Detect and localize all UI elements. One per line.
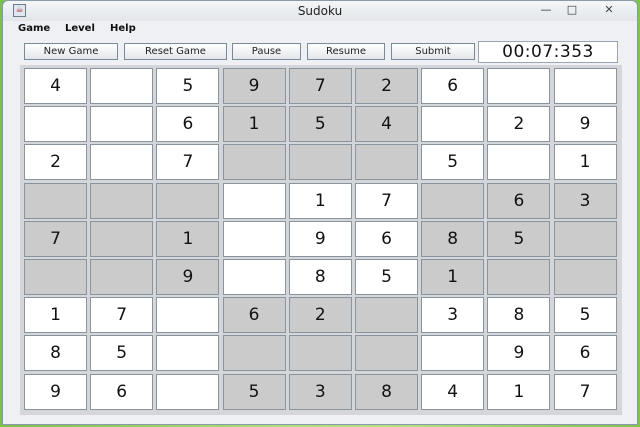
sudoku-cell[interactable] <box>288 335 352 372</box>
sudoku-cell[interactable]: 1 <box>421 259 485 295</box>
sudoku-cell[interactable] <box>24 106 87 143</box>
sudoku-cell[interactable] <box>222 144 286 181</box>
sudoku-cell[interactable] <box>355 144 418 181</box>
sudoku-cell[interactable]: 8 <box>355 373 418 410</box>
sudoku-board: 4597266154292751176371968598511762385859… <box>20 65 622 415</box>
sudoku-cell[interactable] <box>553 68 617 104</box>
sudoku-cell[interactable]: 1 <box>156 220 220 257</box>
sudoku-window: ☕ Sudoku — □ ✕ Game Level Help New Game … <box>2 0 638 425</box>
sudoku-cell[interactable]: 7 <box>553 373 617 410</box>
timer-display: 00:07:353 <box>478 41 618 63</box>
sudoku-cell[interactable]: 7 <box>355 182 418 219</box>
sudoku-cell[interactable]: 8 <box>288 259 352 295</box>
title-bar[interactable]: ☕ Sudoku — □ ✕ <box>3 1 637 21</box>
sudoku-cell[interactable] <box>90 182 154 219</box>
toolbar: New Game Reset Game Pause Resume Submit … <box>3 39 637 63</box>
sudoku-cell[interactable]: 6 <box>553 335 617 372</box>
sudoku-cell[interactable]: 9 <box>487 335 551 372</box>
sudoku-cell[interactable] <box>355 335 418 372</box>
pause-button[interactable]: Pause <box>232 43 301 60</box>
sudoku-cell[interactable]: 5 <box>487 220 551 257</box>
sudoku-cell[interactable] <box>421 335 485 372</box>
sudoku-cell[interactable] <box>553 259 617 295</box>
submit-button[interactable]: Submit <box>391 43 475 60</box>
sudoku-cell[interactable] <box>553 220 617 257</box>
close-button[interactable]: ✕ <box>587 2 631 18</box>
sudoku-cell[interactable] <box>156 297 220 334</box>
sudoku-cell[interactable]: 4 <box>421 373 485 410</box>
sudoku-cell[interactable] <box>24 259 87 295</box>
minimize-button[interactable]: — <box>533 2 559 18</box>
menu-help[interactable]: Help <box>110 23 136 34</box>
sudoku-cell[interactable]: 6 <box>156 106 220 143</box>
menu-bar: Game Level Help <box>7 21 633 37</box>
sudoku-cell[interactable] <box>421 106 485 143</box>
sudoku-cell[interactable]: 5 <box>355 259 418 295</box>
sudoku-cell[interactable]: 5 <box>421 144 485 181</box>
sudoku-cell[interactable]: 2 <box>355 68 418 104</box>
new-game-button[interactable]: New Game <box>24 43 118 60</box>
sudoku-cell[interactable]: 1 <box>487 373 551 410</box>
sudoku-cell[interactable]: 1 <box>553 144 617 181</box>
sudoku-cell[interactable]: 8 <box>487 297 551 334</box>
sudoku-cell[interactable] <box>156 335 220 372</box>
sudoku-cell[interactable]: 2 <box>288 297 352 334</box>
sudoku-cell[interactable]: 6 <box>222 297 286 334</box>
sudoku-cell[interactable]: 3 <box>553 182 617 219</box>
sudoku-cell[interactable]: 5 <box>288 106 352 143</box>
sudoku-cell[interactable] <box>487 259 551 295</box>
sudoku-cell[interactable] <box>90 144 154 181</box>
resume-button[interactable]: Resume <box>307 43 385 60</box>
sudoku-cell[interactable] <box>487 68 551 104</box>
sudoku-cell[interactable] <box>222 335 286 372</box>
sudoku-cell[interactable]: 5 <box>156 68 220 104</box>
sudoku-cell[interactable] <box>90 106 154 143</box>
sudoku-cell[interactable] <box>355 297 418 334</box>
sudoku-cell[interactable]: 5 <box>553 297 617 334</box>
sudoku-cell[interactable]: 1 <box>24 297 87 334</box>
sudoku-cell[interactable] <box>156 182 220 219</box>
reset-game-button[interactable]: Reset Game <box>124 43 227 60</box>
sudoku-cell[interactable]: 6 <box>487 182 551 219</box>
sudoku-cell[interactable]: 8 <box>421 220 485 257</box>
sudoku-cell[interactable]: 6 <box>355 220 418 257</box>
sudoku-cell[interactable] <box>222 220 286 257</box>
sudoku-cell[interactable]: 7 <box>288 68 352 104</box>
sudoku-cell[interactable]: 1 <box>222 106 286 143</box>
sudoku-cell[interactable]: 4 <box>355 106 418 143</box>
sudoku-cell[interactable] <box>487 144 551 181</box>
sudoku-cell[interactable]: 3 <box>288 373 352 410</box>
sudoku-cell[interactable]: 3 <box>421 297 485 334</box>
sudoku-cell[interactable]: 7 <box>156 144 220 181</box>
sudoku-cell[interactable]: 2 <box>24 144 87 181</box>
sudoku-cell[interactable] <box>90 68 154 104</box>
sudoku-cell[interactable]: 6 <box>421 68 485 104</box>
sudoku-cell[interactable]: 8 <box>24 335 87 372</box>
sudoku-cell[interactable]: 9 <box>156 259 220 295</box>
sudoku-cell[interactable] <box>421 182 485 219</box>
sudoku-cell[interactable]: 7 <box>24 220 87 257</box>
sudoku-cell[interactable]: 4 <box>24 68 87 104</box>
sudoku-cell[interactable] <box>222 182 286 219</box>
sudoku-cell[interactable] <box>90 259 154 295</box>
sudoku-cell[interactable] <box>288 144 352 181</box>
sudoku-cell[interactable] <box>24 182 87 219</box>
sudoku-cell[interactable]: 9 <box>24 373 87 410</box>
maximize-button[interactable]: □ <box>559 2 585 18</box>
sudoku-cell[interactable] <box>90 220 154 257</box>
sudoku-cell[interactable]: 9 <box>222 68 286 104</box>
sudoku-cell[interactable]: 9 <box>288 220 352 257</box>
sudoku-cell[interactable]: 7 <box>90 297 154 334</box>
menu-level[interactable]: Level <box>65 23 95 34</box>
sudoku-cell[interactable]: 5 <box>90 335 154 372</box>
sudoku-cell[interactable]: 5 <box>222 373 286 410</box>
sudoku-cell[interactable] <box>222 259 286 295</box>
sudoku-cell[interactable]: 1 <box>288 182 352 219</box>
sudoku-cell[interactable]: 9 <box>553 106 617 143</box>
sudoku-cell[interactable] <box>156 373 220 410</box>
menu-game[interactable]: Game <box>18 23 50 34</box>
sudoku-cell[interactable]: 6 <box>90 373 154 410</box>
sudoku-cell[interactable]: 2 <box>487 106 551 143</box>
